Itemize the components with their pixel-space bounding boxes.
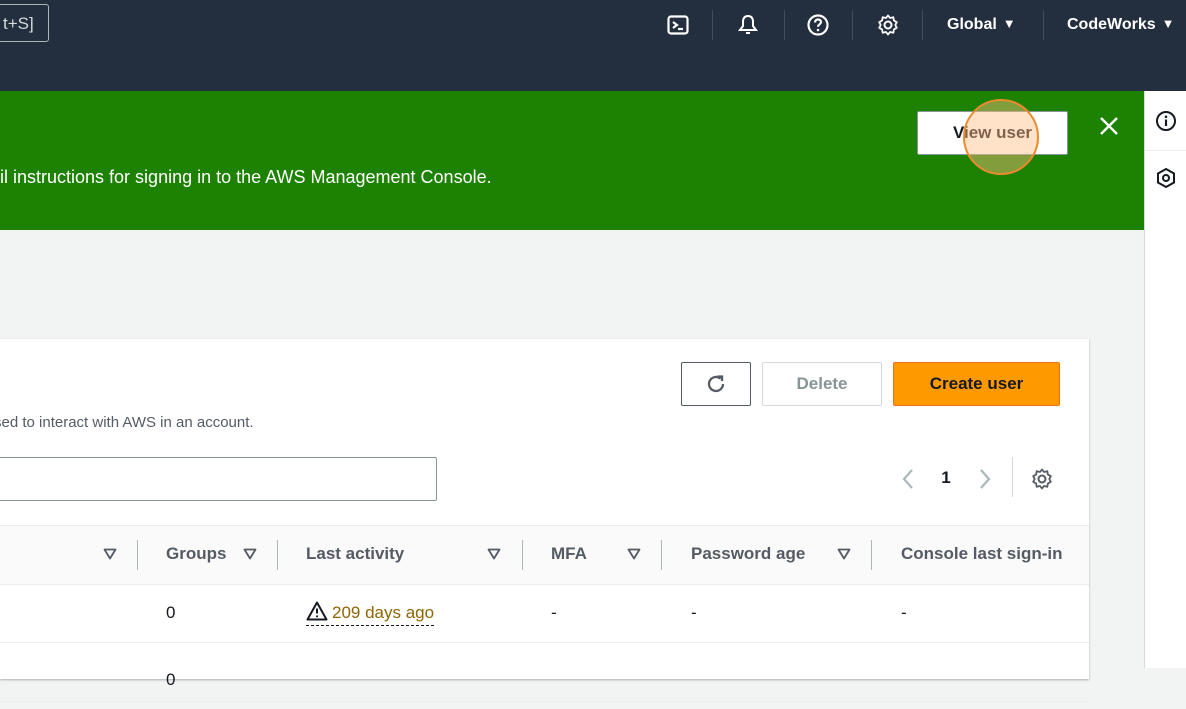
account-menu[interactable]: CodeWorks ▼ (1067, 12, 1174, 37)
flash-message: ail instructions for signing in to the A… (0, 167, 492, 187)
nav-divider (1043, 10, 1044, 40)
view-user-button[interactable]: View user (917, 111, 1068, 155)
users-panel: sed to interact with AWS in an account. … (0, 339, 1089, 702)
column-divider (277, 540, 278, 570)
sort-caret-icon[interactable] (835, 545, 853, 563)
region-label: Global (947, 16, 997, 33)
account-label: CodeWorks (1067, 16, 1156, 33)
caret-down-icon: ▼ (1161, 16, 1175, 31)
column-header-password-age[interactable]: Password age (691, 526, 805, 584)
right-tools-rail (1144, 91, 1186, 668)
search-input[interactable] (0, 457, 437, 501)
cell-mfa: - (551, 603, 557, 622)
cell-groups: 0 (166, 603, 176, 622)
page-number[interactable]: 1 (936, 468, 956, 488)
column-header-console-last-sign-in[interactable]: Console last sign-in (901, 526, 1089, 584)
column-divider (137, 540, 138, 570)
last-activity-text: 209 days ago (332, 603, 435, 622)
nav-divider (712, 10, 713, 40)
refresh-icon (707, 375, 725, 393)
caret-down-icon: ▼ (1002, 16, 1016, 31)
refresh-button[interactable] (681, 362, 751, 406)
sort-caret-icon[interactable] (625, 545, 643, 563)
create-user-button[interactable]: Create user (893, 362, 1060, 406)
close-icon[interactable] (1094, 111, 1124, 141)
column-header-groups[interactable]: Groups (166, 526, 230, 584)
column-header-mfa[interactable]: MFA (551, 526, 587, 584)
table-row[interactable]: 0 209 days ago - - - (0, 584, 1089, 643)
hexagon-icon[interactable] (1153, 165, 1179, 191)
table-row[interactable]: 0 (0, 643, 1089, 702)
column-divider (661, 540, 662, 570)
bell-icon[interactable] (731, 8, 765, 42)
chevron-right-icon[interactable] (974, 466, 996, 492)
column-header-last-activity[interactable]: Last activity (306, 526, 404, 584)
panel-description: sed to interact with AWS in an account. (0, 414, 254, 431)
table-header: Groups Last activity MFA Password age Co… (0, 525, 1089, 585)
nav-divider (852, 10, 853, 40)
top-navigation-bar: t+S] Global ▼ CodeWorks ▼ (0, 0, 1186, 91)
cell-password-age: - (691, 603, 697, 622)
rail-divider (1145, 150, 1186, 151)
sort-caret-icon[interactable] (241, 545, 259, 563)
settings-icon[interactable] (871, 8, 905, 42)
search-shortcut-hint[interactable]: t+S] (0, 4, 49, 42)
nav-divider (922, 10, 923, 40)
nav-divider (784, 10, 785, 40)
cell-groups: 0 (166, 670, 176, 689)
help-icon[interactable] (801, 8, 835, 42)
cloudshell-icon[interactable] (661, 8, 695, 42)
cell-console-last-sign-in: - (901, 603, 907, 622)
sort-caret-icon[interactable] (485, 545, 503, 563)
chevron-left-icon[interactable] (897, 466, 919, 492)
info-icon[interactable] (1153, 108, 1179, 134)
last-activity-warning-link[interactable]: 209 days ago (306, 601, 435, 626)
delete-button[interactable]: Delete (762, 362, 882, 406)
column-divider (522, 540, 523, 570)
pager-divider (1012, 457, 1013, 497)
success-flash-banner: ail instructions for signing in to the A… (0, 91, 1144, 230)
settings-icon[interactable] (1026, 463, 1058, 495)
warning-icon (306, 601, 328, 621)
cell-last-activity[interactable]: 209 days ago (306, 584, 435, 642)
sort-caret-icon[interactable] (101, 545, 119, 563)
region-selector[interactable]: Global ▼ (947, 12, 1016, 37)
column-divider (871, 540, 872, 570)
